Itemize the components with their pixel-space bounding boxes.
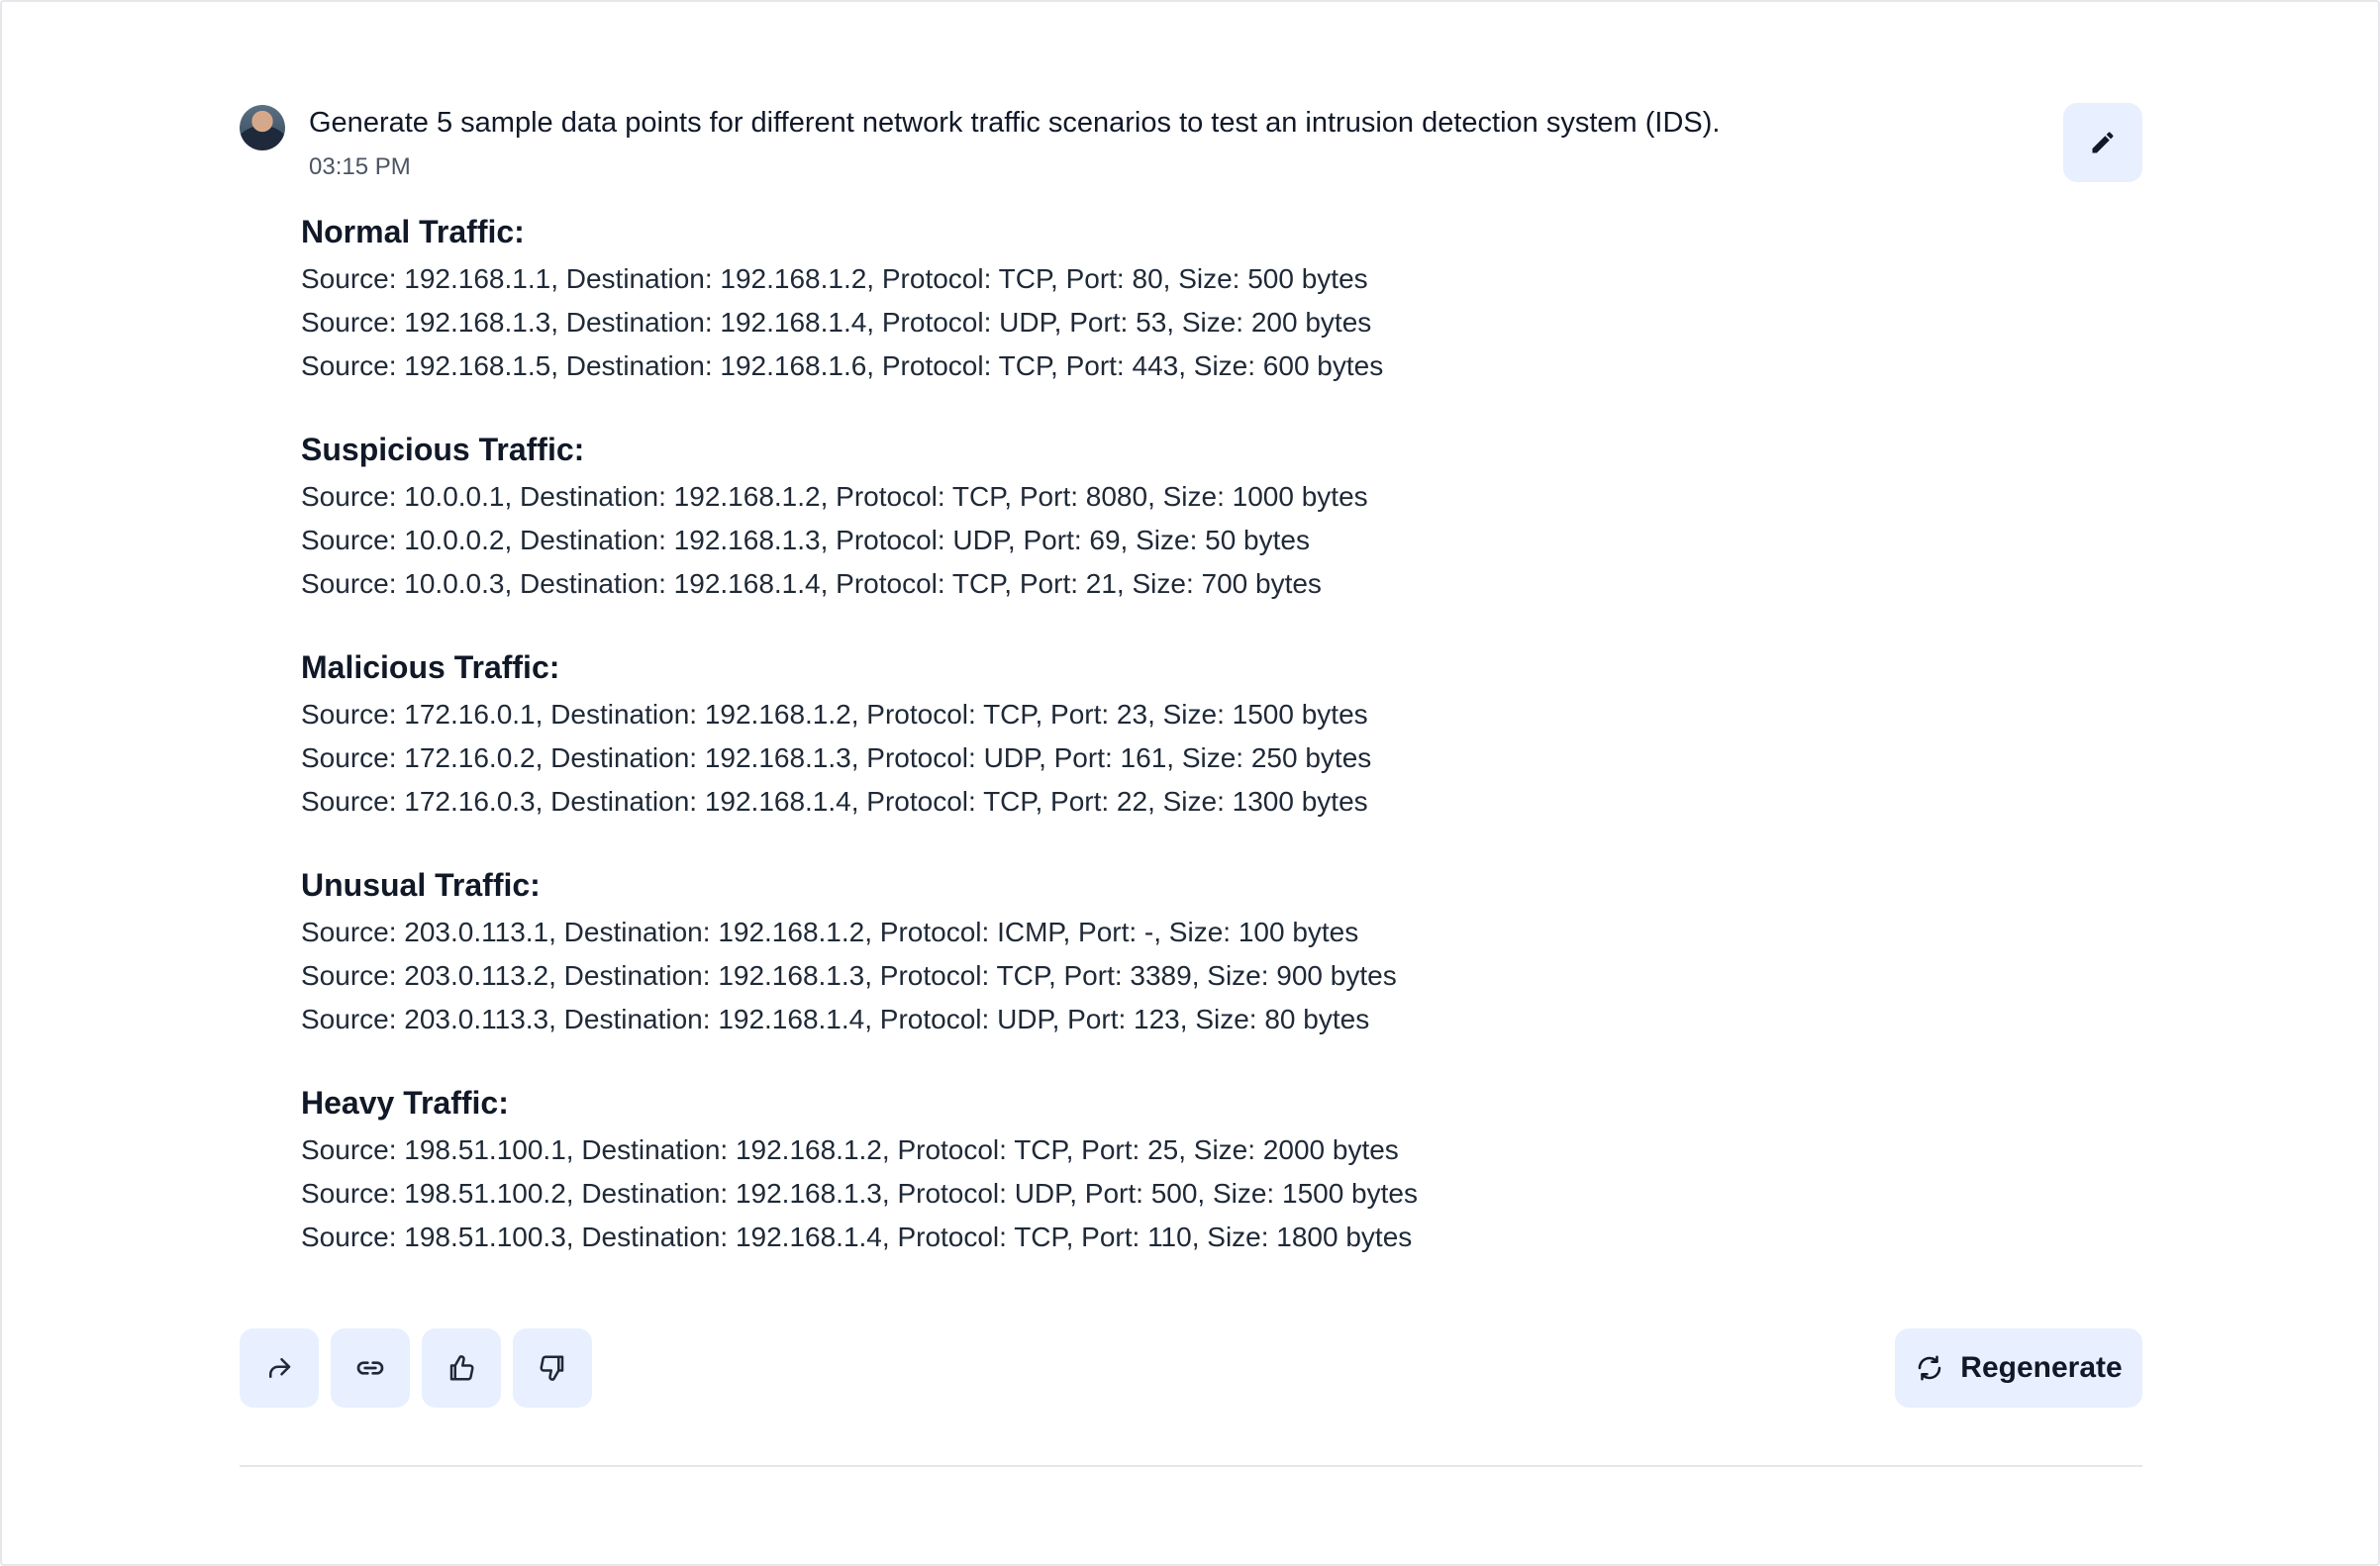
data-point: Source: 192.168.1.5, Destination: 192.16…	[301, 350, 1384, 381]
data-point: Source: 203.0.113.1, Destination: 192.16…	[301, 917, 1359, 947]
data-point: Source: 172.16.0.1, Destination: 192.168…	[301, 699, 1368, 730]
pencil-icon	[2092, 132, 2114, 153]
data-point: Source: 198.51.100.2, Destination: 192.1…	[301, 1178, 1418, 1209]
copy-link-button[interactable]	[331, 1328, 410, 1408]
avatar	[240, 105, 285, 150]
data-point: Source: 198.51.100.1, Destination: 192.1…	[301, 1134, 1399, 1165]
section-title: Normal Traffic:	[301, 214, 525, 249]
thumbs-down-button[interactable]	[513, 1328, 592, 1408]
user-prompt: Generate 5 sample data points for differ…	[240, 101, 2142, 190]
data-point: Source: 192.168.1.1, Destination: 192.16…	[301, 263, 1368, 294]
data-point: Source: 203.0.113.2, Destination: 192.16…	[301, 960, 1397, 991]
section-title: Malicious Traffic:	[301, 649, 560, 685]
regenerate-label: Regenerate	[1960, 1351, 2123, 1384]
data-point: Source: 172.16.0.2, Destination: 192.168…	[301, 742, 1372, 773]
assistant-response: Normal Traffic: Source: 192.168.1.1, Des…	[301, 212, 1885, 1301]
share-button[interactable]	[240, 1328, 319, 1408]
traffic-section-malicious: Malicious Traffic: Source: 172.16.0.1, D…	[301, 647, 1885, 824]
link-icon	[356, 1361, 384, 1375]
data-point: Source: 10.0.0.1, Destination: 192.168.1…	[301, 481, 1368, 512]
edit-prompt-button[interactable]	[2063, 103, 2142, 182]
data-point: Source: 198.51.100.3, Destination: 192.1…	[301, 1222, 1413, 1252]
chat-panel: Generate 5 sample data points for differ…	[0, 0, 2380, 1566]
data-point: Source: 10.0.0.3, Destination: 192.168.1…	[301, 568, 1322, 599]
data-point: Source: 192.168.1.3, Destination: 192.16…	[301, 307, 1372, 338]
section-title: Unusual Traffic:	[301, 867, 541, 903]
refresh-icon	[1919, 1355, 1941, 1381]
share-icon	[269, 1358, 291, 1378]
thumbs-down-icon	[540, 1355, 564, 1381]
conversation: Generate 5 sample data points for differ…	[240, 101, 2142, 1252]
response-actions: Regenerate	[240, 1328, 2142, 1408]
divider	[240, 1465, 2142, 1467]
section-title: Suspicious Traffic:	[301, 432, 585, 467]
data-point: Source: 172.16.0.3, Destination: 192.168…	[301, 786, 1368, 817]
data-point: Source: 10.0.0.2, Destination: 192.168.1…	[301, 525, 1310, 555]
traffic-section-heavy: Heavy Traffic: Source: 198.51.100.1, Des…	[301, 1083, 1885, 1259]
traffic-section-normal: Normal Traffic: Source: 192.168.1.1, Des…	[301, 212, 1885, 388]
section-title: Heavy Traffic:	[301, 1085, 509, 1121]
thumbs-up-button[interactable]	[422, 1328, 501, 1408]
traffic-section-suspicious: Suspicious Traffic: Source: 10.0.0.1, De…	[301, 430, 1885, 606]
prompt-text: Generate 5 sample data points for differ…	[309, 107, 1721, 139]
regenerate-button[interactable]: Regenerate	[1895, 1328, 2142, 1408]
prompt-timestamp: 03:15 PM	[309, 153, 411, 180]
thumbs-up-icon	[449, 1355, 474, 1381]
data-point: Source: 203.0.113.3, Destination: 192.16…	[301, 1004, 1370, 1034]
traffic-section-unusual: Unusual Traffic: Source: 203.0.113.1, De…	[301, 865, 1885, 1041]
